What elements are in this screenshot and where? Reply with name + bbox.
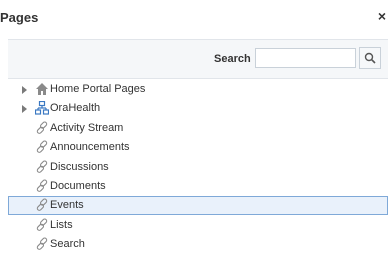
expand-arrow-icon[interactable] — [22, 86, 27, 94]
link-icon — [36, 198, 48, 211]
tree-item-lists[interactable]: Lists — [8, 216, 388, 235]
search-label: Search — [214, 53, 251, 65]
tree-item-label: Events — [50, 199, 84, 211]
home-icon — [36, 83, 48, 95]
tree-item-label: Activity Stream — [50, 122, 124, 134]
search-icon — [364, 52, 376, 64]
search-button[interactable] — [359, 47, 381, 69]
link-icon — [36, 179, 48, 192]
sitemap-icon — [35, 101, 49, 115]
tree-item-events[interactable]: Events — [8, 196, 388, 215]
tree-item-label: Documents — [50, 180, 106, 192]
tree-item-label: Discussions — [50, 161, 109, 173]
link-icon — [36, 121, 48, 134]
link-icon — [36, 237, 48, 250]
tree-item-label: Announcements — [50, 141, 130, 153]
tree-item-orahealth[interactable]: OraHealth — [8, 99, 388, 118]
pages-panel: Search Home Portal Pages OraHealth Activ… — [8, 39, 388, 268]
tree-item-label: OraHealth — [50, 102, 101, 114]
dialog-title: Pages — [0, 10, 39, 25]
tree-item-announcements[interactable]: Announcements — [8, 138, 388, 157]
expand-arrow-icon[interactable] — [22, 105, 27, 113]
link-icon — [36, 140, 48, 153]
tree-item-discussions[interactable]: Discussions — [8, 158, 388, 177]
tree-item-label: Lists — [50, 219, 73, 231]
link-icon — [36, 160, 48, 173]
tree-item-label: Home Portal Pages — [50, 83, 146, 95]
tree-item-search[interactable]: Search — [8, 235, 388, 254]
tree-item-documents[interactable]: Documents — [8, 177, 388, 196]
close-icon[interactable]: × — [378, 8, 386, 24]
tree-item-home-portal-pages[interactable]: Home Portal Pages — [8, 80, 388, 99]
search-input[interactable] — [255, 48, 356, 68]
tree-item-activity-stream[interactable]: Activity Stream — [8, 119, 388, 138]
tree-item-label: Search — [50, 238, 85, 250]
link-icon — [36, 218, 48, 231]
search-bar: Search — [8, 40, 388, 79]
dialog-header: Pages × — [0, 0, 388, 34]
